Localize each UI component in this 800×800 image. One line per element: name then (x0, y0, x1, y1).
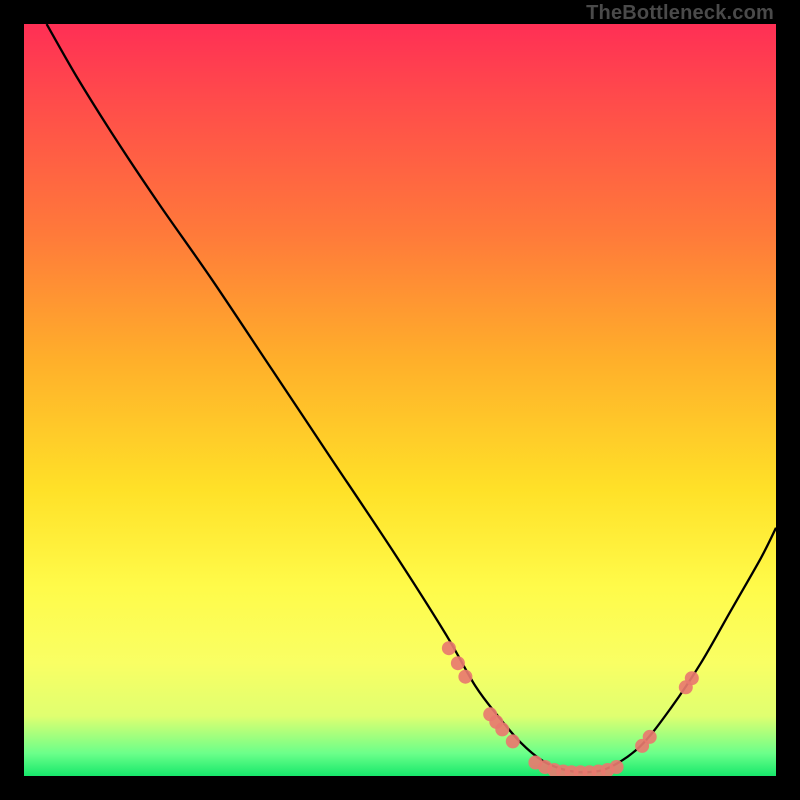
curve-marker (458, 670, 472, 684)
curve-marker (685, 671, 699, 685)
curve-marker (643, 730, 657, 744)
curve-marker (495, 722, 509, 736)
curve-marker (610, 760, 624, 774)
curve-marker (451, 656, 465, 670)
chart-plot-area (24, 24, 776, 776)
curve-markers (442, 641, 699, 776)
watermark-text: TheBottleneck.com (586, 2, 774, 25)
curve-line (47, 24, 776, 772)
chart-svg (24, 24, 776, 776)
curve-marker (442, 641, 456, 655)
curve-marker (506, 734, 520, 748)
